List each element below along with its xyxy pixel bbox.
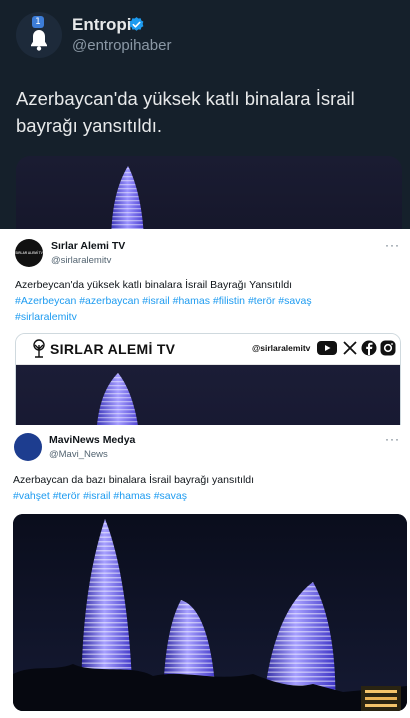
hashtag[interactable]: #terör [53, 490, 80, 502]
notification-badge: 1 [32, 16, 44, 28]
hashtag[interactable]: #terör [248, 295, 275, 307]
hashtag[interactable]: #vahşet [13, 490, 50, 502]
hashtag[interactable]: #sirlaralemitv [15, 311, 77, 323]
flame-tower-photo [16, 365, 400, 427]
more-options-icon[interactable]: ··· [385, 432, 400, 446]
tweet-image[interactable] [16, 156, 402, 232]
avatar-sirlar-alemi[interactable]: SIRLAR ALEMİ TV [15, 239, 43, 267]
author-handle[interactable]: @Mavi_News [49, 449, 108, 460]
flame-towers-night-photo [13, 514, 407, 711]
tree-logo-icon [33, 339, 45, 358]
bell-icon [31, 30, 47, 51]
author-name[interactable]: Sırlar Alemi TV [51, 240, 125, 252]
banner-handle: @sirlaralemitv [252, 343, 311, 353]
tweet-text: Azerbaycan da bazı binalara İsrail bayra… [13, 472, 398, 504]
flame-tower-photo [111, 166, 144, 232]
tweet-text-body: Azerbaycan da bazı binalara İsrail bayra… [13, 474, 255, 486]
tweet-image[interactable]: SIRLAR ALEMİ TV @sirlaralemitv [15, 333, 401, 427]
tweet-image[interactable] [13, 514, 407, 711]
channel-banner: SIRLAR ALEMİ TV @sirlaralemitv [16, 334, 400, 365]
hashtag[interactable]: #hamas [173, 295, 210, 307]
tweet-sirlar-alemi: SIRLAR ALEMİ TV Sırlar Alemi TV @sirlara… [0, 229, 410, 427]
hashtag[interactable]: #hamas [113, 490, 150, 502]
hashtag[interactable]: #filistin [213, 295, 245, 307]
tweet-entropi: 1 Entropi @entropihaber Azerbaycan'da yü… [0, 0, 410, 232]
x-icon [343, 341, 357, 355]
hashtag[interactable]: #israil [83, 490, 110, 502]
author-name[interactable]: MaviNews Medya [49, 434, 135, 446]
tweet-mavinews: MaviNews Medya @Mavi_News ··· Azerbaycan… [0, 425, 410, 718]
youtube-icon [317, 341, 337, 355]
hashtag[interactable]: #azerbaycan [79, 295, 139, 307]
tweet-text: Azerbaycan'da yüksek katlı binalara İsra… [16, 88, 355, 136]
tweet-text: Azerbeycan'da yüksek katlı binalara İsra… [15, 277, 395, 325]
author-name[interactable]: Entropi [72, 15, 132, 35]
avatar-mavinews[interactable] [14, 433, 42, 461]
hashtag[interactable]: #savaş [154, 490, 187, 502]
more-options-icon[interactable]: ··· [385, 238, 400, 252]
tweet-text-body: Azerbeycan'da yüksek katlı binalara İsra… [15, 279, 293, 291]
instagram-icon [380, 340, 396, 356]
hashtag[interactable]: #Azerbeycan [15, 295, 76, 307]
avatar-logo-text: SIRLAR ALEMİ TV [15, 251, 43, 255]
author-handle[interactable]: @sirlaralemitv [51, 255, 111, 266]
channel-brand: SIRLAR ALEMİ TV [50, 341, 176, 357]
author-handle[interactable]: @entropihaber [72, 37, 171, 54]
verified-badge-icon [129, 17, 144, 31]
hashtag[interactable]: #israil [142, 295, 169, 307]
facebook-icon [361, 340, 377, 356]
hashtag[interactable]: #savaş [278, 295, 311, 307]
